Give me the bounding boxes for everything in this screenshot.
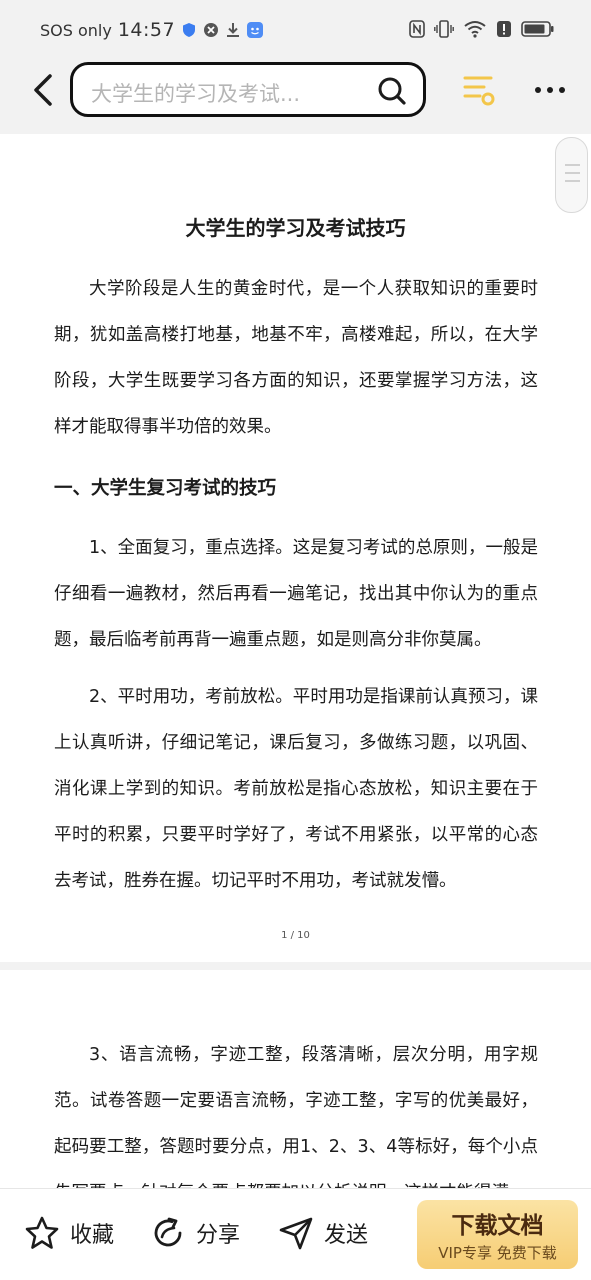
blocked-icon (204, 23, 219, 37)
share-button[interactable]: 分享 (150, 1215, 240, 1251)
clock: 14:57 (117, 19, 176, 41)
point-3-paragraph: 3、语言流畅，字迹工整，段落清晰，层次分明，用字规范。试卷答题一定要语言流畅，字… (54, 1045, 538, 1188)
intro-paragraph: 大学阶段是人生的黄金时代，是一个人获取知识的重要时期，犹如盖高楼打地基，地基不牢… (54, 279, 538, 437)
share-icon (154, 1217, 182, 1247)
document-viewer[interactable]: 大学生的学习及考试技巧 大学阶段是人生的黄金时代，是一个人获取知识的重要时期，犹… (0, 134, 591, 1188)
download-status-icon (227, 23, 240, 37)
carrier-text: SOS only (40, 20, 112, 40)
search-icon[interactable] (377, 76, 407, 106)
send-label: 发送 (324, 1223, 369, 1248)
reading-settings-icon[interactable] (460, 72, 496, 108)
vibrate-icon (434, 20, 454, 38)
favorite-button[interactable]: 收藏 (24, 1215, 114, 1251)
star-icon (25, 1216, 59, 1249)
app-notification-icon (247, 22, 264, 38)
shield-icon (183, 23, 196, 37)
search-input[interactable]: 大学生的学习及考试... (70, 62, 426, 117)
page-indicator: 1 / 10 (281, 930, 310, 941)
wifi-icon (464, 21, 486, 38)
top-nav-bar: 大学生的学习及考试... (0, 62, 591, 134)
more-options-icon[interactable] (533, 78, 567, 102)
section-heading: 一、大学生复习考试的技巧 (54, 478, 277, 499)
nfc-icon (409, 20, 425, 38)
download-sublabel: VIP专享 免费下载 (438, 1244, 557, 1262)
back-button[interactable] (26, 70, 60, 110)
search-placeholder: 大学生的学习及考试... (91, 82, 301, 106)
bottom-action-bar: 收藏 分享 发送 下载文档 VIP专享 免费下载 (0, 1188, 591, 1280)
send-button[interactable]: 发送 (278, 1215, 368, 1251)
status-bar: SOS only 14:57 (0, 0, 591, 62)
status-left: SOS only 14:57 (40, 19, 264, 41)
favorite-label: 收藏 (70, 1223, 115, 1248)
alert-icon (497, 21, 511, 37)
send-icon (279, 1217, 313, 1250)
document-title: 大学生的学习及考试技巧 (185, 216, 406, 240)
status-right (409, 20, 555, 38)
battery-icon (521, 21, 554, 37)
download-document-button[interactable]: 下载文档 VIP专享 免费下载 (417, 1200, 578, 1269)
download-label: 下载文档 (451, 1213, 544, 1239)
document-page-1: 大学生的学习及考试技巧 大学阶段是人生的黄金时代，是一个人获取知识的重要时期，犹… (0, 134, 591, 962)
page-separator (0, 962, 591, 970)
point-1-paragraph: 1、全面复习，重点选择。这是复习考试的总原则，一般是仔细看一遍教材，然后再看一遍… (54, 538, 538, 650)
document-page-2: 3、语言流畅，字迹工整，段落清晰，层次分明，用字规范。试卷答题一定要语言流畅，字… (0, 970, 591, 1188)
point-2-paragraph: 2、平时用功，考前放松。平时用功是指课前认真预习，课上认真听讲，仔细记笔记，课后… (54, 687, 538, 891)
share-label: 分享 (196, 1223, 241, 1248)
